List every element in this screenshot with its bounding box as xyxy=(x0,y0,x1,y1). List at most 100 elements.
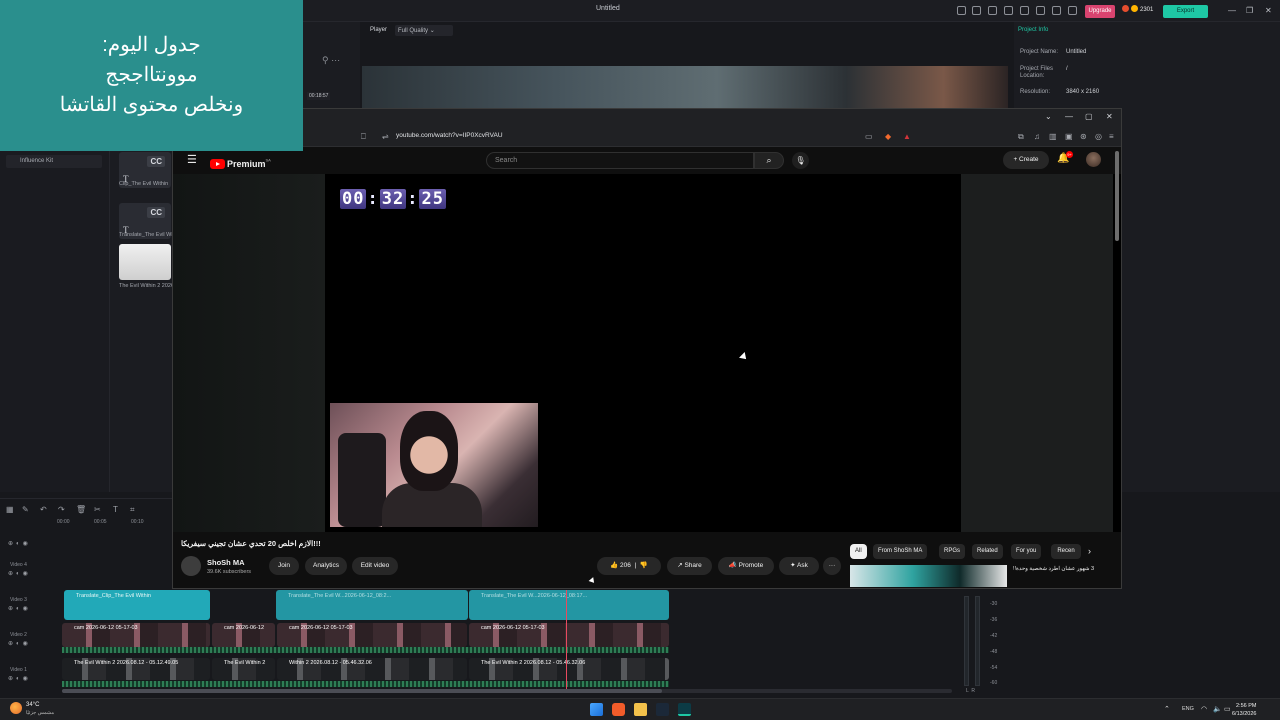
analytics-button[interactable]: Analytics xyxy=(305,557,347,575)
tab-project-info[interactable]: Project Info xyxy=(1018,27,1048,33)
wallet-icon[interactable]: ▣ xyxy=(1065,132,1073,141)
timeline-clip-text[interactable]: Translate_The Evil W...2026-06-12_08:2..… xyxy=(276,590,468,620)
cloud-icon[interactable] xyxy=(1020,6,1029,15)
bookmark-icon[interactable]: ⎕ xyxy=(361,132,366,142)
sidebar-icon[interactable]: ▥ xyxy=(1049,132,1057,141)
close-icon[interactable]: ✕ xyxy=(1106,112,1113,121)
brave-icon[interactable] xyxy=(612,703,625,716)
chip-recent[interactable]: Recen xyxy=(1051,544,1081,559)
battery-icon[interactable]: ▭ xyxy=(1224,705,1231,713)
minimize-icon[interactable]: — xyxy=(1228,6,1236,15)
timeline-clip-cam[interactable]: cam 2026-06-12 05-17-03 xyxy=(277,623,467,647)
vpn-icon[interactable]: ⊛ xyxy=(1080,132,1087,141)
settings-icon[interactable] xyxy=(1052,6,1061,15)
quality-select[interactable]: Full Quality ⌄ xyxy=(395,25,453,36)
redo-icon[interactable]: ↷ xyxy=(58,505,65,514)
rewards-icon[interactable]: ▲ xyxy=(903,132,911,141)
edit-video-button[interactable]: Edit video xyxy=(352,557,398,575)
url-input[interactable]: youtube.com/watch?v=IIP0XcvRVAU xyxy=(396,132,503,139)
search-button[interactable]: ⌕ xyxy=(754,152,784,169)
channel-avatar[interactable] xyxy=(181,556,201,576)
crop-icon[interactable]: ⌗ xyxy=(130,505,135,515)
close-icon[interactable]: ✕ xyxy=(1265,6,1272,15)
share-icon[interactable] xyxy=(972,6,981,15)
select-icon[interactable]: ✎ xyxy=(22,505,29,514)
ai-icon[interactable]: ◎ xyxy=(1095,132,1102,141)
like-button[interactable]: 👍 206 | 👎 xyxy=(597,557,661,575)
track-controls[interactable]: ⊕◐◉ xyxy=(8,640,31,647)
join-button[interactable]: Join xyxy=(269,557,299,575)
track-controls[interactable]: ⊕◐◉ xyxy=(8,570,31,577)
chip-all[interactable]: All xyxy=(850,544,867,559)
filter-icon[interactable]: ⚲ ⋯ xyxy=(322,55,340,66)
volume-icon[interactable]: 🔈 xyxy=(1213,705,1222,713)
maximize-icon[interactable]: ▢ xyxy=(1085,112,1093,121)
music-icon[interactable]: ♫ xyxy=(1034,132,1040,141)
media-thumb-video[interactable] xyxy=(119,244,171,280)
undo-icon[interactable]: ↶ xyxy=(40,505,47,514)
thumbs-down-icon[interactable]: 👎 xyxy=(640,562,648,569)
chevron-down-icon[interactable]: ⌄ xyxy=(1045,112,1052,121)
steam-icon[interactable] xyxy=(656,703,669,716)
weather-temp[interactable]: 34°C xyxy=(26,702,39,708)
upgrade-button[interactable]: Upgrade xyxy=(1085,5,1115,18)
grid-icon[interactable] xyxy=(1004,6,1013,15)
extensions-icon[interactable]: ⧉ xyxy=(1018,132,1024,142)
split-icon[interactable]: ✂ xyxy=(94,505,101,514)
playhead[interactable] xyxy=(566,590,567,690)
chip-rpgs[interactable]: RPGs xyxy=(939,544,966,559)
youtube-logo[interactable]: PremiumSA xyxy=(210,155,271,169)
sidebar-item-influence-kit[interactable]: Influence Kit xyxy=(6,155,102,168)
share-button[interactable]: ↗ Share xyxy=(667,557,712,575)
weather-icon[interactable] xyxy=(10,702,22,714)
clock[interactable]: 2:56 PM 6/13/2026 xyxy=(1232,702,1256,718)
credits-counter[interactable]: 2301 xyxy=(1122,5,1153,13)
text-tool-icon[interactable]: T xyxy=(113,505,118,514)
create-button[interactable]: + Create xyxy=(1003,151,1049,169)
timeline-clip-game[interactable]: Within 2 2026.08.12 - 05.46.32.06 xyxy=(277,658,467,680)
menu-icon[interactable]: ≡ xyxy=(1109,132,1114,141)
timeline-clip-text[interactable]: Translate_Clip_The Evil Within xyxy=(64,590,210,620)
scrollbar-thumb[interactable] xyxy=(62,689,662,693)
language-indicator[interactable]: ENG xyxy=(1182,706,1194,712)
reader-icon[interactable]: ▭ xyxy=(865,132,873,141)
timeline-clip-text[interactable]: Translate_The Evil W...2026-06-12_08:17.… xyxy=(469,590,669,620)
channel-name[interactable]: ShoSh MA xyxy=(207,558,245,567)
timeline-clip-game[interactable]: The Evil Within 2 2026.08.12 - 05.12.49.… xyxy=(62,658,210,680)
chip-from-channel[interactable]: From ShoSh MA xyxy=(873,544,928,559)
layout-icon[interactable]: ▦ xyxy=(6,505,14,514)
timeline-clip-cam[interactable]: cam 2026-06-12 05-17-03 xyxy=(62,623,210,647)
site-info-icon[interactable]: ⇌ xyxy=(382,132,389,141)
timeline-scrollbar[interactable] xyxy=(62,689,952,693)
track-controls[interactable]: ⊕◐◉ xyxy=(8,540,31,547)
avatar[interactable] xyxy=(1086,152,1101,167)
minimize-icon[interactable]: — xyxy=(1065,112,1073,121)
chevron-up-icon[interactable]: ⌃ xyxy=(1164,705,1170,713)
maximize-icon[interactable]: ❐ xyxy=(1246,6,1253,15)
recommended-title[interactable]: 3 شهور عشان اطرد شخصية وحدة!! xyxy=(1013,566,1094,572)
home-icon[interactable] xyxy=(957,6,966,15)
mail-icon[interactable] xyxy=(988,6,997,15)
brave-shield-icon[interactable]: ◆ xyxy=(885,132,891,141)
hamburger-icon[interactable]: ☰ xyxy=(187,153,197,166)
file-explorer-icon[interactable] xyxy=(634,703,647,716)
chip-related[interactable]: Related xyxy=(972,544,1003,559)
recommended-thumbnail[interactable] xyxy=(850,565,1007,587)
promote-button[interactable]: 📣 Promote xyxy=(718,557,774,575)
timeline-clip-game[interactable]: The Evil Within 2 xyxy=(212,658,275,680)
delete-icon[interactable]: 🗑 xyxy=(76,505,86,514)
voice-search-button[interactable]: 🎙 xyxy=(792,152,809,169)
windows-start-icon[interactable] xyxy=(590,703,603,716)
timeline-clip-cam[interactable]: cam 2026-06-12 05-17-03 xyxy=(469,623,669,647)
track-controls[interactable]: ⊕◐◉ xyxy=(8,605,31,612)
more-actions-button[interactable]: ··· xyxy=(823,557,841,575)
chevron-right-icon[interactable]: › xyxy=(1088,546,1091,556)
export-button[interactable]: Export xyxy=(1163,5,1208,18)
headset-icon[interactable] xyxy=(1036,6,1045,15)
browser-scrollbar[interactable] xyxy=(1115,151,1119,241)
chip-for-you[interactable]: For you xyxy=(1011,544,1042,559)
filmora-icon[interactable] xyxy=(678,703,691,716)
timeline-clip-game[interactable]: The Evil Within 2 2026.08.12 - 05.46.32.… xyxy=(469,658,669,680)
track-controls[interactable]: ⊕◐◉ xyxy=(8,675,31,682)
timeline-clip-cam[interactable]: cam 2026-06-12 xyxy=(212,623,275,647)
